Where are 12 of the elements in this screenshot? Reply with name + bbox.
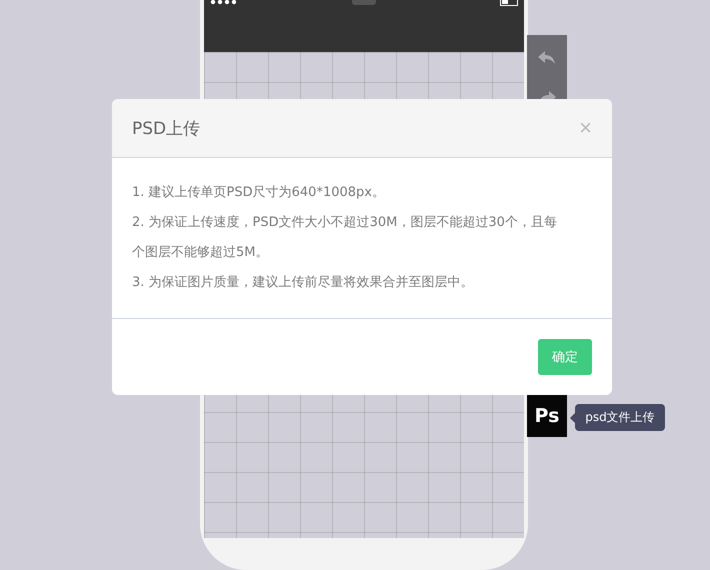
speaker-slot [352, 0, 376, 5]
dialog-title: PSD上传 [132, 118, 200, 140]
tooltip: psd文件上传 [575, 404, 665, 431]
close-button[interactable]: × [579, 117, 592, 139]
instruction-text: 2. 为保证上传速度，PSD文件大小不超过30M，图层不能超过30个，且每个图层不能够超过5M。 [132, 214, 558, 262]
battery-icon [500, 0, 518, 6]
confirm-button[interactable]: 确定 [538, 339, 592, 375]
signal-dots-icon [210, 0, 236, 6]
tooltip-arrow [570, 413, 575, 423]
instruction-text: 1. 建议上传单页PSD尺寸为640*1008px。 [132, 184, 386, 202]
ps-upload-button[interactable]: Ps [527, 395, 567, 437]
instruction-text: 3. 为保证图片质量，建议上传前尽量将效果合并至图层中。 [132, 274, 475, 292]
